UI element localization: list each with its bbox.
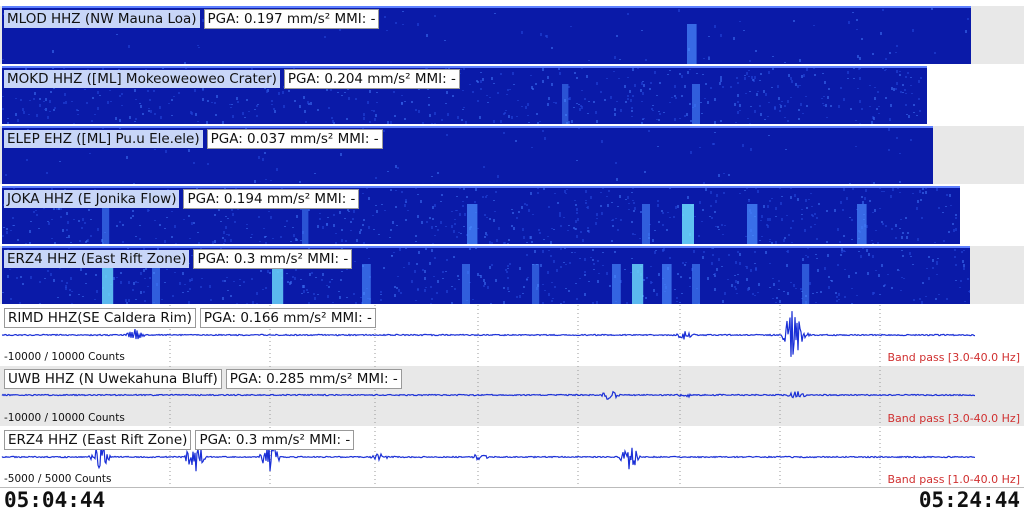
band-pass-label: Band pass [1.0-40.0 Hz]: [887, 473, 1021, 486]
counts-label: -5000 / 5000 Counts: [4, 473, 112, 485]
waveform-panel-rimd: RIMD HHZ(SE Caldera Rim) PGA: 0.166 mm/s…: [0, 305, 1024, 365]
band-pass-label: Band pass [3.0-40.0 Hz]: [887, 412, 1021, 425]
band-pass-label: Band pass [3.0-40.0 Hz]: [887, 351, 1021, 364]
pga-label: PGA: 0.3 mm/s² MMI: -: [195, 430, 355, 450]
spectrogram-panel-joka: JOKA HHZ (E Jonika Flow) PGA: 0.194 mm/s…: [0, 186, 1024, 244]
counts-label: -10000 / 10000 Counts: [4, 412, 125, 424]
pga-label: PGA: 0.3 mm/s² MMI: -: [193, 249, 353, 269]
station-label: ELEP EHZ ([ML] Pu.u Ele.ele): [4, 130, 203, 148]
pga-label: PGA: 0.285 mm/s² MMI: -: [225, 369, 402, 389]
counts-label: -10000 / 10000 Counts: [4, 351, 125, 363]
spectrogram-panel-erz4: ERZ4 HHZ (East Rift Zone) PGA: 0.3 mm/s²…: [0, 246, 1024, 304]
waveform-panel-uwb: UWB HHZ (N Uwekahuna Bluff) PGA: 0.285 m…: [0, 366, 1024, 426]
pga-label: PGA: 0.194 mm/s² MMI: -: [183, 189, 360, 209]
time-start-label: 05:04:44: [4, 488, 106, 512]
pga-label: PGA: 0.197 mm/s² MMI: -: [203, 9, 380, 29]
time-end-label: 05:24:44: [918, 488, 1020, 512]
station-label: MOKD HHZ ([ML] Mokeoweoweo Crater): [4, 70, 280, 88]
station-label: MLOD HHZ (NW Mauna Loa): [4, 10, 200, 28]
spectrogram-panel-mokd: MOKD HHZ ([ML] Mokeoweoweo Crater) PGA: …: [0, 66, 1024, 124]
station-label: ERZ4 HHZ (East Rift Zone): [4, 430, 192, 450]
station-label: UWB HHZ (N Uwekahuna Bluff): [4, 369, 222, 389]
waveform-panel-erz4: ERZ4 HHZ (East Rift Zone) PGA: 0.3 mm/s²…: [0, 427, 1024, 487]
pga-label: PGA: 0.166 mm/s² MMI: -: [199, 308, 376, 328]
spectrogram-panel-elep: ELEP EHZ ([ML] Pu.u Ele.ele) PGA: 0.037 …: [0, 126, 1024, 184]
time-axis-divider: [0, 487, 1024, 488]
station-label: JOKA HHZ (E Jonika Flow): [4, 190, 180, 208]
spectrogram-panel-mlod: MLOD HHZ (NW Mauna Loa) PGA: 0.197 mm/s²…: [0, 6, 1024, 64]
station-label: RIMD HHZ(SE Caldera Rim): [4, 308, 196, 328]
pga-label: PGA: 0.204 mm/s² MMI: -: [283, 69, 460, 89]
station-label: ERZ4 HHZ (East Rift Zone): [4, 250, 190, 268]
pga-label: PGA: 0.037 mm/s² MMI: -: [206, 129, 383, 149]
